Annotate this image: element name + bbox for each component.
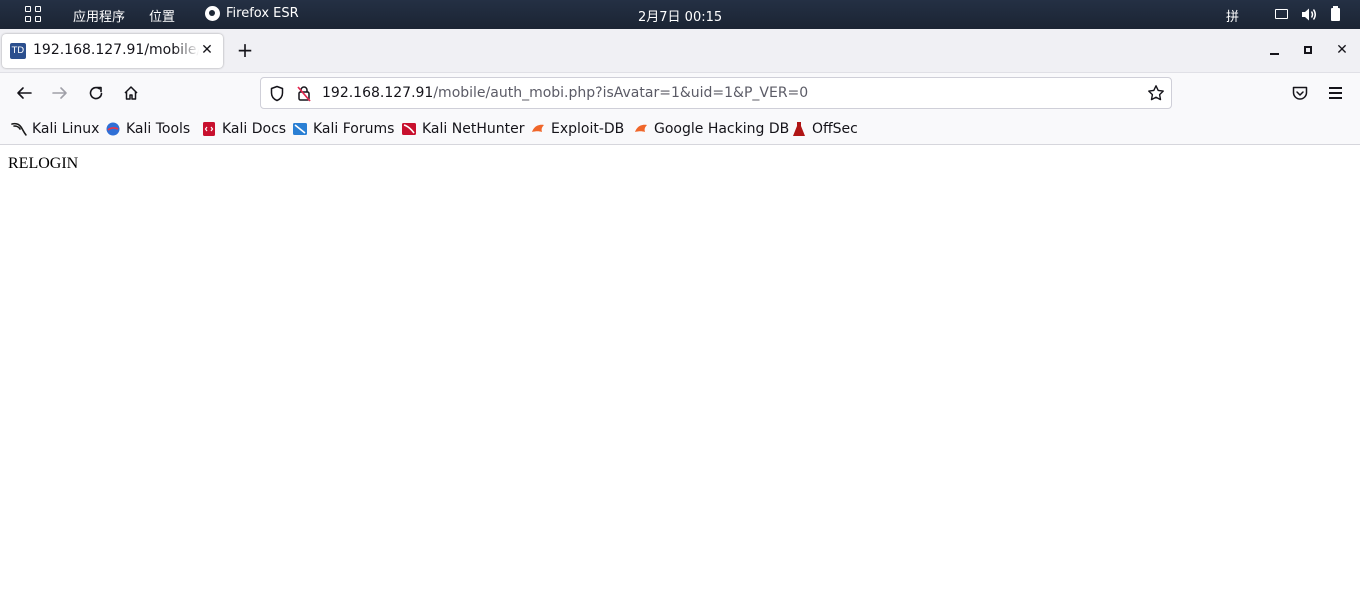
navigation-toolbar: 192.168.127.91/mobile/auth_mobi.php?isAv… <box>0 73 1360 113</box>
new-tab-button[interactable]: + <box>233 39 257 63</box>
bookmark-kali-linux[interactable]: Kali Linux <box>11 120 99 138</box>
bookmark-google-hacking-db[interactable]: Google Hacking DB <box>633 120 789 138</box>
bookmark-label: Kali Tools <box>126 121 191 137</box>
tab-active[interactable]: TD 192.168.127.91/mobile/auth_mobi.php?i… <box>2 34 223 68</box>
bookmark-kali-docs[interactable]: Kali Docs <box>201 120 286 138</box>
apps-grid-icon[interactable] <box>25 6 41 22</box>
bookmark-kali-tools[interactable]: Kali Tools <box>105 120 190 138</box>
back-button[interactable] <box>12 81 36 105</box>
bookmarks-toolbar: Kali Linux Kali Tools Kali Docs Kali For… <box>0 113 1360 145</box>
tab-favicon-icon: TD <box>10 43 26 59</box>
bookmark-star-icon[interactable] <box>1147 84 1165 102</box>
page-content: RELOGIN <box>0 146 1360 610</box>
exploit-db-icon <box>532 124 544 132</box>
bookmark-label: Kali NetHunter <box>422 121 525 137</box>
arrow-right-icon <box>52 87 67 99</box>
home-button[interactable] <box>119 81 143 105</box>
url-host: 192.168.127.91 <box>322 85 434 101</box>
minimize-window-button[interactable] <box>1266 41 1284 59</box>
bookmark-label: Kali Forums <box>313 121 395 137</box>
arrow-left-icon <box>17 87 32 99</box>
active-app-indicator[interactable]: Firefox ESR <box>205 6 299 21</box>
reload-button[interactable] <box>84 81 108 105</box>
bookmark-label: Exploit-DB <box>551 121 625 137</box>
page-body-text: RELOGIN <box>8 155 79 172</box>
ghdb-icon <box>635 124 647 132</box>
bookmark-kali-nethunter[interactable]: Kali NetHunter <box>401 120 524 138</box>
forward-button[interactable] <box>48 81 72 105</box>
bookmark-label: Kali Linux <box>32 121 100 137</box>
active-app-label: Firefox ESR <box>226 6 299 21</box>
nethunter-icon <box>402 123 416 135</box>
tab-title: 192.168.127.91/mobile/auth_mobi.php?isAv… <box>33 42 199 58</box>
address-bar[interactable]: 192.168.127.91/mobile/auth_mobi.php?isAv… <box>260 77 1172 109</box>
reload-icon <box>89 86 103 100</box>
bookmark-offsec[interactable]: OffSec <box>791 120 858 138</box>
maximize-window-button[interactable] <box>1299 41 1317 59</box>
battery-icon[interactable] <box>1331 6 1340 21</box>
insecure-connection-icon[interactable] <box>296 85 312 102</box>
url-text[interactable]: 192.168.127.91/mobile/auth_mobi.php?isAv… <box>322 85 808 101</box>
offsec-icon <box>793 122 805 136</box>
screen-icon[interactable] <box>1275 9 1288 19</box>
clock[interactable]: 2月7日 00:15 <box>638 6 722 25</box>
tracking-protection-shield-icon[interactable] <box>269 85 285 102</box>
url-path: /mobile/auth_mobi.php?isAvatar=1&uid=1&P… <box>433 85 809 101</box>
kali-tools-icon <box>106 122 120 136</box>
volume-icon[interactable] <box>1301 8 1317 21</box>
firefox-icon <box>205 6 220 21</box>
bookmark-label: Google Hacking DB <box>654 121 790 137</box>
tab-strip: TD 192.168.127.91/mobile/auth_mobi.php?i… <box>0 29 1360 73</box>
places-menu[interactable]: 位置 <box>149 6 175 25</box>
close-window-button[interactable]: ✕ <box>1333 41 1351 59</box>
bookmark-exploit-db[interactable]: Exploit-DB <box>530 120 624 138</box>
kali-docs-icon <box>203 122 215 136</box>
app-menu-icon[interactable] <box>1328 85 1344 101</box>
tab-close-icon[interactable]: ✕ <box>199 42 215 58</box>
input-method-indicator[interactable]: 拼 <box>1226 6 1239 25</box>
kali-forums-icon <box>293 123 307 135</box>
home-icon <box>124 86 138 100</box>
applications-menu[interactable]: 应用程序 <box>73 6 125 25</box>
pocket-icon[interactable] <box>1291 84 1309 102</box>
bookmark-label: Kali Docs <box>222 121 287 137</box>
system-top-bar: 应用程序 位置 Firefox ESR 2月7日 00:15 拼 <box>0 0 1360 29</box>
kali-dragon-icon <box>11 122 27 136</box>
bookmark-kali-forums[interactable]: Kali Forums <box>292 120 394 138</box>
bookmark-label: OffSec <box>812 121 858 137</box>
